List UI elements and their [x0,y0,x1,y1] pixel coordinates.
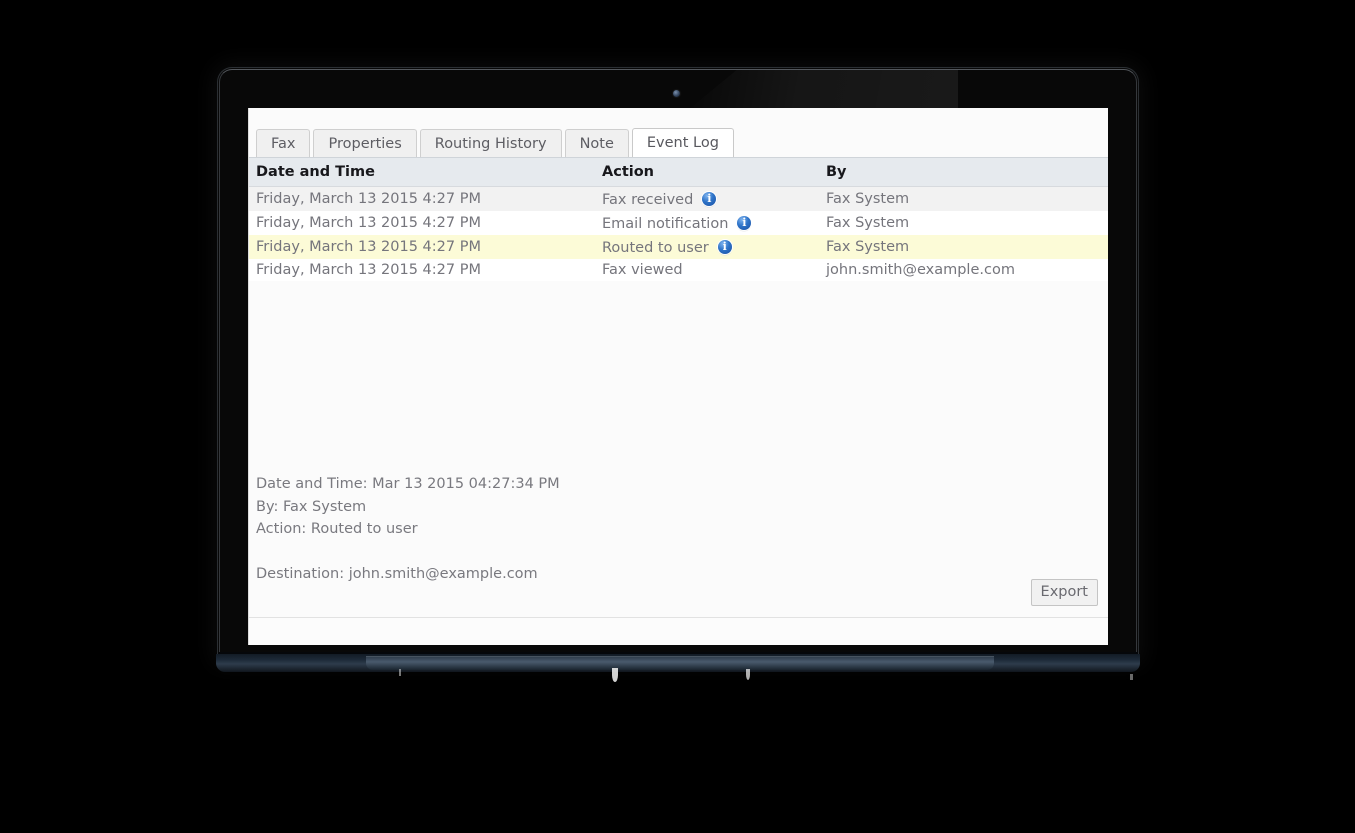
table-empty-space [249,281,1108,473]
cell-date-and-time: Friday, March 13 2015 4:27 PM [249,187,595,212]
tabstrip-top-padding [249,108,1108,126]
action-label: Email notification [602,216,728,232]
cell-action: Routed to user [595,235,819,259]
tab-note[interactable]: Note [565,129,629,157]
table-row-selected[interactable]: Friday, March 13 2015 4:27 PM Routed to … [249,235,1108,259]
column-header-action[interactable]: Action [595,158,819,187]
table-header-row: Date and Time Action By [249,158,1108,187]
export-button[interactable]: Export [1031,579,1098,606]
fax-detail-app: Fax Properties Routing History Note Even… [249,108,1108,645]
detail-by: By: Fax System [256,496,1101,519]
base-reflection [1130,674,1133,680]
cell-action: Fax received [595,187,819,212]
detail-action: Action: Routed to user [256,518,1101,541]
cell-by: Fax System [819,235,1108,259]
cell-by: john.smith@example.com [819,259,1108,281]
column-header-date-and-time[interactable]: Date and Time [249,158,595,187]
event-log-table-body: Friday, March 13 2015 4:27 PM Fax receiv… [249,187,1108,282]
table-row[interactable]: Friday, March 13 2015 4:27 PM Email noti… [249,211,1108,235]
event-detail-pane: Date and Time: Mar 13 2015 04:27:34 PM B… [249,473,1108,645]
tab-fax[interactable]: Fax [256,129,310,157]
action-label: Fax received [602,192,693,208]
laptop-device: Fax Properties Routing History Note Even… [218,68,1138,668]
laptop-screen: Fax Properties Routing History Note Even… [248,108,1108,645]
cell-action: Fax viewed [595,259,819,281]
base-reflection [399,669,401,676]
info-icon[interactable] [702,192,716,206]
column-header-by[interactable]: By [819,158,1108,187]
event-log-table-header: Date and Time Action By [249,158,1108,187]
table-row[interactable]: Friday, March 13 2015 4:27 PM Fax viewed… [249,259,1108,281]
base-reflection [746,669,750,680]
info-icon[interactable] [718,240,732,254]
tab-event-log[interactable]: Event Log [632,128,734,157]
table-row[interactable]: Friday, March 13 2015 4:27 PM Fax receiv… [249,187,1108,212]
laptop-lid: Fax Properties Routing History Note Even… [218,68,1138,660]
detail-spacer [256,541,1101,563]
laptop-base-lip [366,656,994,670]
action-label: Fax viewed [602,262,683,278]
tab-routing-history[interactable]: Routing History [420,129,562,157]
tab-properties[interactable]: Properties [313,129,416,157]
cell-action: Email notification [595,211,819,235]
detail-date-and-time: Date and Time: Mar 13 2015 04:27:34 PM [256,473,1101,496]
info-icon[interactable] [737,216,751,230]
event-log-table: Date and Time Action By Friday, March 13… [249,157,1108,281]
cell-date-and-time: Friday, March 13 2015 4:27 PM [249,211,595,235]
cell-by: Fax System [819,211,1108,235]
base-reflection [612,668,618,682]
footer-strip [249,618,1108,645]
export-row: Export [1031,579,1098,606]
detail-destination: Destination: john.smith@example.com [256,563,1101,586]
cell-date-and-time: Friday, March 13 2015 4:27 PM [249,235,595,259]
cell-by: Fax System [819,187,1108,212]
action-label: Routed to user [602,240,709,256]
cell-date-and-time: Friday, March 13 2015 4:27 PM [249,259,595,281]
tabstrip: Fax Properties Routing History Note Even… [249,126,1108,157]
bezel-reflection [688,70,958,110]
webcam-icon [673,90,680,97]
